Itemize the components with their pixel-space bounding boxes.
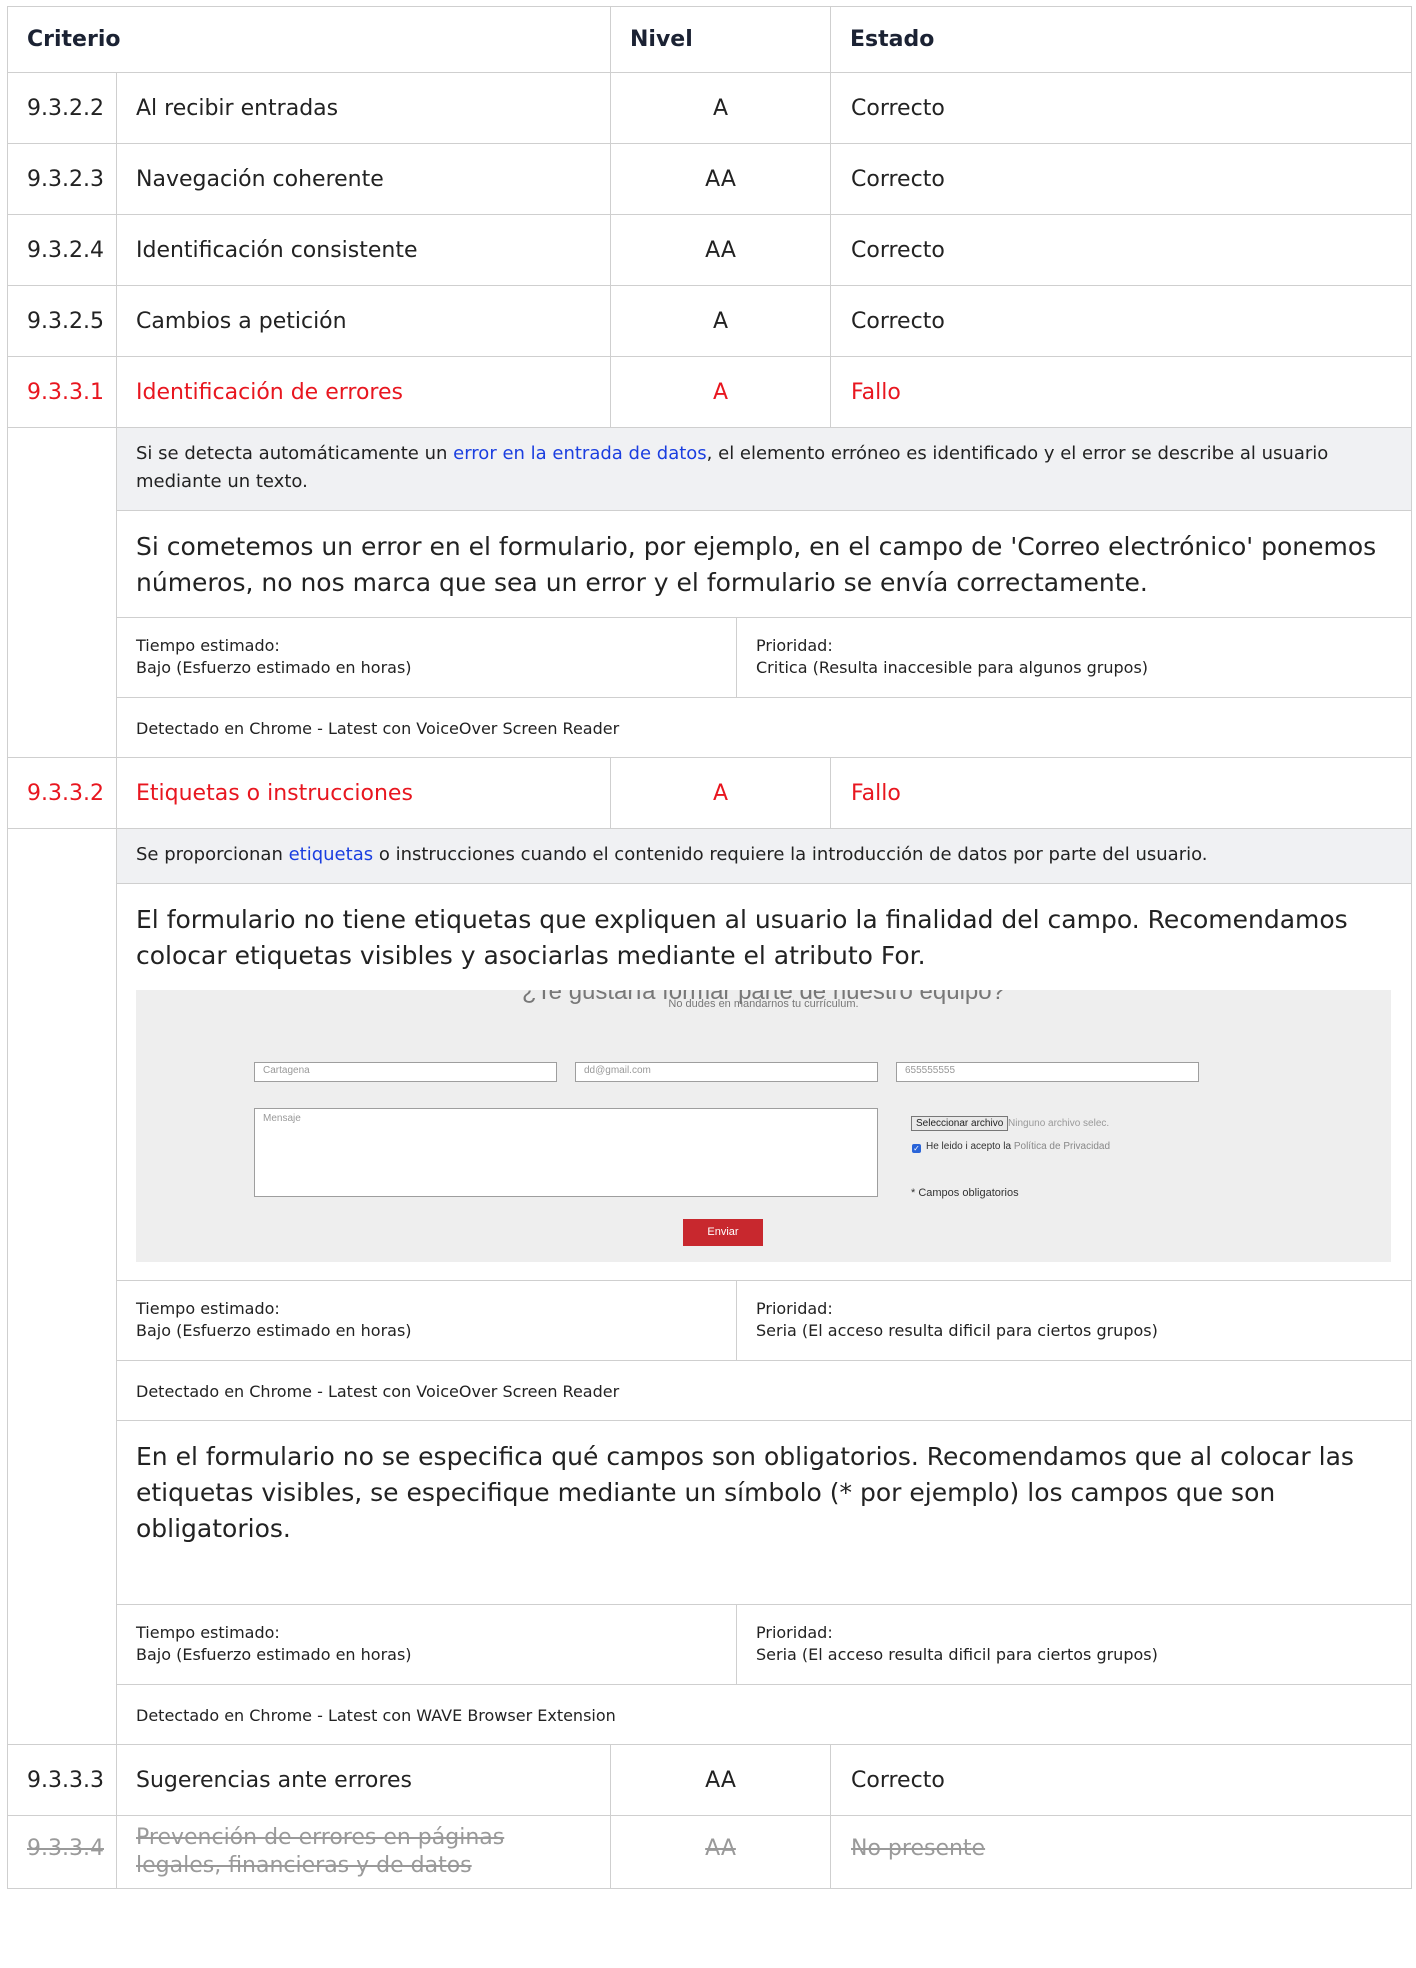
email-field: dd@gmail.com [575,1062,878,1082]
send-button: Enviar [683,1219,763,1246]
form-screenshot: ¿Te gustaría formar parte de nuestro equ… [136,990,1391,1262]
criterion-name: Sugerencias ante errores [115,1744,612,1816]
criterion-detail: Si se detecta automáticamente un error e… [116,427,1412,758]
table-row: 9.3.3.2 Etiquetas o instrucciones A Fall… [7,757,1412,829]
criterion-code: 9.3.3.3 [7,1744,117,1816]
criterion-detail-row: Si se detecta automáticamente un error e… [7,427,1412,758]
table-row: 9.3.3.3 Sugerencias ante errores AA Corr… [7,1744,1412,1816]
criterion-detail-row: Se proporcionan etiquetas o instruccione… [7,828,1412,1745]
city-field: Cartagena [254,1062,557,1082]
phone-field: 655555555 [896,1062,1199,1082]
criterion-code: 9.3.3.4 [7,1815,117,1889]
criterion-status: Correcto [830,72,1412,144]
criterion-status: Correcto [830,1744,1412,1816]
header-nivel: Nivel [610,6,832,73]
table-header-row: Criterio Nivel Estado [6,6,1412,73]
screenshot-subheading: No dudes en mandarnos tu currículum. [668,998,859,1010]
criterion-description: Si se detecta automáticamente un error e… [117,428,1411,511]
issue-observation: Si cometemos un error en el formulario, … [117,511,1411,618]
detected-in: Detectado en Chrome - Latest con WAVE Br… [136,1706,616,1725]
table-row: 9.3.3.4 Prevención de errores en páginas… [7,1815,1412,1889]
criterion-name: Etiquetas o instrucciones [115,757,612,829]
issue-meta: Tiempo estimado: Bajo (Esfuerzo estimado … [117,618,1411,698]
issue-observation: El formulario no tiene etiquetas que exp… [136,905,1348,970]
criterion-status: Fallo [830,356,1412,428]
criterion-level: A [610,285,832,357]
accessibility-criteria-table: Criterio Nivel Estado 9.3.2.2 Al recibir… [6,6,1412,1889]
table-row: 9.3.2.5 Cambios a petición A Correcto [7,285,1412,357]
criterion-name: Al recibir entradas [115,72,612,144]
priority: Prioridad: Seria (El acceso resulta dific… [756,1623,1158,1664]
header-criterio: Criterio [6,6,612,73]
checkbox-checked-icon: ✓ [912,1144,921,1153]
issue-meta: Tiempo estimado: Bajo (Esfuerzo estimado … [117,1281,1411,1361]
criterion-level: AA [610,143,832,215]
estimated-time: Tiempo estimado: Bajo (Esfuerzo estimado … [117,618,737,697]
criterion-code: 9.3.2.4 [7,214,117,286]
required-note: * Campos obligatorios [911,1187,1019,1199]
criterion-status: No presente [830,1815,1412,1889]
table-row: 9.3.2.4 Identificación consistente AA Co… [7,214,1412,286]
file-select-button: Seleccionar archivo [911,1116,1009,1131]
detected-in: Detectado en Chrome - Latest con VoiceOv… [117,1361,1411,1421]
criterion-name: Cambios a petición [115,285,612,357]
criterion-level: AA [610,214,832,286]
criterion-level: AA [610,1744,832,1816]
criterion-code: 9.3.2.5 [7,285,117,357]
detected-in: Detectado en Chrome - Latest con VoiceOv… [136,719,620,738]
criterion-status: Correcto [830,143,1412,215]
table-row: 9.3.2.2 Al recibir entradas A Correcto [7,72,1412,144]
criterion-code: 9.3.3.1 [7,356,117,428]
message-field: Mensaje [254,1108,878,1197]
criterion-level: AA [610,1815,832,1889]
table-row: 9.3.3.1 Identificación de errores A Fall… [7,356,1412,428]
table-row: 9.3.2.3 Navegación coherente AA Correcto [7,143,1412,215]
criterion-status: Correcto [830,214,1412,286]
criterion-level: A [610,757,832,829]
criterion-link[interactable]: error en la entrada de datos [453,443,707,464]
criterion-level: A [610,356,832,428]
estimated-time: Tiempo estimado: Bajo (Esfuerzo estimado … [117,1605,737,1684]
issue-meta: Tiempo estimado: Bajo (Esfuerzo estimado … [117,1605,1411,1685]
estimated-time: Tiempo estimado: Bajo (Esfuerzo estimado … [117,1281,737,1360]
criterion-link[interactable]: etiquetas [289,844,374,865]
criterion-code: 9.3.3.2 [7,757,117,829]
priority: Prioridad: Critica (Resulta inaccesible p… [756,636,1149,677]
criterion-description: Se proporcionan etiquetas o instruccione… [117,829,1411,884]
criterion-code: 9.3.2.2 [7,72,117,144]
criterion-name: Navegación coherente [115,143,612,215]
criterion-code: 9.3.2.3 [7,143,117,215]
issue-block: El formulario no tiene etiquetas que exp… [117,884,1411,1281]
criterion-name: Prevención de errores en páginas legales… [115,1815,612,1889]
header-estado: Estado [830,6,1412,73]
issue-observation: En el formulario no se especifica qué ca… [117,1421,1411,1605]
criterion-status: Fallo [830,757,1412,829]
criterion-name: Identificación de errores [115,356,612,428]
privacy-consent-label: He leido i acepto la Política de Privaci… [926,1141,1111,1152]
criterion-status: Correcto [830,285,1412,357]
file-status: Ninguno archivo selec. [1008,1118,1110,1129]
criterion-name: Identificación consistente [115,214,612,286]
priority: Prioridad: Seria (El acceso resulta dific… [756,1299,1158,1340]
criterion-detail: Se proporcionan etiquetas o instruccione… [116,828,1412,1745]
criterion-level: A [610,72,832,144]
